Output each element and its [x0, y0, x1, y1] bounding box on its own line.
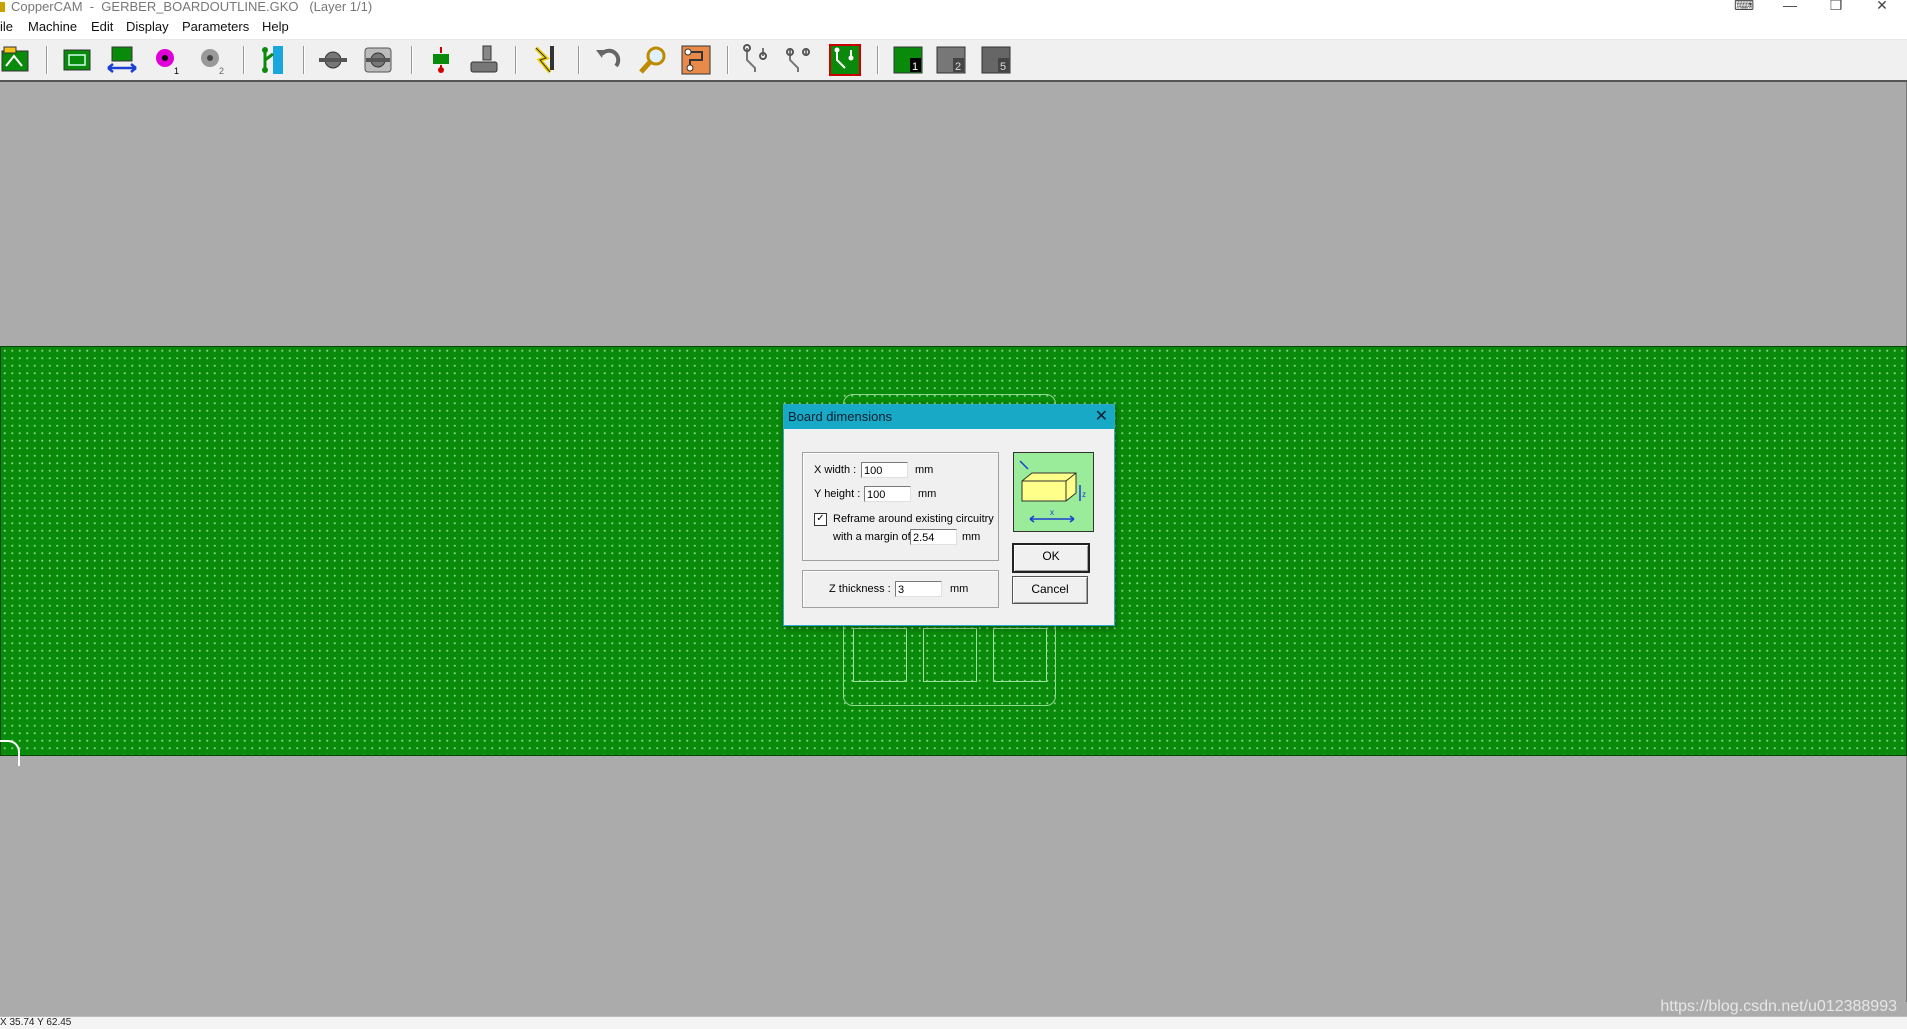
board-dimensions-dialog: Board dimensions ✕ X width : 100 mm Y he…	[783, 404, 1115, 626]
title-bar: CopperCAM - GERBER_BOARDOUTLINE.GKO (Lay…	[0, 0, 1907, 15]
dialog-close-icon[interactable]: ✕	[1095, 405, 1108, 429]
menu-edit[interactable]: Edit	[91, 19, 113, 34]
tracks-view-icon[interactable]	[680, 44, 712, 76]
y-height-label: Y height :	[814, 488, 861, 500]
preview-z-axis: z	[1082, 490, 1086, 499]
ok-button[interactable]: OK	[1012, 543, 1090, 573]
drill-tool-icon[interactable]	[362, 44, 394, 76]
reframe-checkbox[interactable]: ✓	[814, 513, 827, 526]
svg-text:2: 2	[955, 61, 961, 73]
menu-help[interactable]: Help	[262, 19, 289, 34]
board-dimensions-icon[interactable]	[106, 44, 138, 76]
layer2-icon[interactable]: 2	[935, 44, 967, 76]
layer5-icon[interactable]: 5	[980, 44, 1012, 76]
preview-x-axis: x	[1050, 508, 1054, 517]
z-thickness-input[interactable]: 3	[895, 581, 942, 597]
track-icon[interactable]	[257, 44, 289, 76]
toolbar: 1 2 1 2 5	[0, 40, 1907, 82]
pad-layer1-icon[interactable]: 1	[151, 44, 183, 76]
svg-text:1: 1	[174, 66, 179, 76]
cursor-coordinates: X 35.74 Y 62.45	[0, 1017, 72, 1028]
pad-3	[993, 628, 1047, 682]
pad-2	[923, 628, 977, 682]
margin-unit-label: mm	[962, 531, 981, 543]
pad-1	[853, 628, 907, 682]
menu-bar: ile Machine Edit Display Parameters Help	[0, 15, 1907, 40]
close-window-button[interactable]: ✕	[1859, 0, 1905, 13]
app-icon	[0, 2, 5, 12]
svg-text:2: 2	[219, 66, 224, 76]
dialog-title: Board dimensions	[788, 409, 893, 424]
route2-icon[interactable]	[784, 44, 816, 76]
origin-marker	[0, 740, 20, 766]
menu-machine[interactable]: Machine	[28, 19, 77, 34]
restore-button[interactable]: ❐	[1813, 0, 1859, 13]
keyboard-icon[interactable]: ⌨	[1721, 0, 1767, 13]
menu-parameters[interactable]: Parameters	[182, 19, 249, 34]
margin-input[interactable]: 2.54	[910, 529, 957, 545]
board-preview-image: x z	[1013, 452, 1094, 532]
z-thickness-label: Z thickness :	[829, 583, 891, 595]
status-bar: X 35.74 Y 62.45	[0, 1016, 1907, 1029]
y-height-input[interactable]: 100	[864, 486, 911, 502]
board-outline-icon[interactable]	[61, 44, 93, 76]
margin-label: with a margin of	[833, 531, 911, 543]
svg-text:1: 1	[912, 61, 918, 73]
z-unit-label: mm	[950, 583, 969, 595]
dialog-title-bar[interactable]: Board dimensions ✕	[784, 405, 1114, 429]
x-width-label: X width :	[814, 464, 857, 476]
contour-icon[interactable]	[425, 44, 457, 76]
route1-icon[interactable]	[741, 44, 773, 76]
svg-text:5: 5	[1000, 61, 1006, 73]
window-title: CopperCAM - GERBER_BOARDOUTLINE.GKO (Lay…	[11, 0, 373, 14]
layer1-icon[interactable]: 1	[892, 44, 924, 76]
menu-file[interactable]: ile	[0, 19, 13, 34]
x-width-input[interactable]: 100	[861, 462, 908, 478]
route3-icon[interactable]	[829, 44, 861, 76]
tool-icon[interactable]	[317, 44, 349, 76]
open-file-icon[interactable]	[0, 44, 32, 76]
minimize-button[interactable]: —	[1767, 0, 1813, 13]
cancel-button[interactable]: Cancel	[1012, 576, 1088, 604]
undo-icon[interactable]	[592, 44, 624, 76]
zoom-icon[interactable]	[637, 44, 669, 76]
y-unit-label: mm	[918, 488, 937, 500]
x-unit-label: mm	[915, 464, 934, 476]
engrave-icon[interactable]	[530, 44, 562, 76]
menu-display[interactable]: Display	[126, 19, 169, 34]
milling-icon[interactable]	[468, 44, 500, 76]
watermark: https://blog.csdn.net/u012388993	[1660, 998, 1897, 1015]
pad-layer2-icon[interactable]: 2	[196, 44, 228, 76]
reframe-label: Reframe around existing circuitry	[833, 513, 994, 525]
